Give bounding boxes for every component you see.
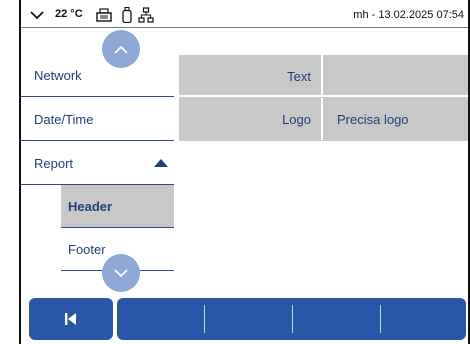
- sidebar-item-label: Date/Time: [34, 111, 94, 127]
- row-label: Logo: [179, 98, 323, 140]
- header-settings-table: Text Logo Precisa logo: [179, 55, 468, 141]
- logo-value-field[interactable]: Precisa logo: [325, 98, 468, 140]
- device-screen: 22 °C mh - 13.02.2025 07:54 Network Date…: [0, 0, 470, 344]
- user-datetime: mh - 13.02.2025 07:54: [353, 9, 464, 21]
- bottom-bar: [21, 296, 468, 344]
- function-button-bar: [117, 298, 466, 340]
- function-button-3[interactable]: [293, 298, 380, 340]
- sidebar-item-date-time[interactable]: Date/Time: [21, 98, 174, 141]
- sidebar-item-label: Header: [68, 198, 113, 214]
- text-value-field[interactable]: [325, 55, 468, 97]
- sidebar-item-label: Footer: [68, 241, 106, 257]
- scroll-up-button[interactable]: [102, 30, 140, 68]
- status-bar: 22 °C mh - 13.02.2025 07:54: [21, 4, 468, 28]
- row-label: Text: [179, 55, 323, 97]
- scroll-down-button[interactable]: [102, 254, 140, 292]
- expand-up-icon: [154, 159, 168, 167]
- back-to-start-icon: [65, 313, 76, 325]
- back-to-start-button[interactable]: [29, 298, 113, 340]
- sidebar-item-network[interactable]: Network: [21, 54, 174, 97]
- sidebar-item-header[interactable]: Header: [61, 185, 174, 228]
- printer-icon: [96, 7, 112, 23]
- chevron-down-icon[interactable]: [29, 7, 45, 23]
- chevron-down-icon: [114, 268, 128, 277]
- table-row[interactable]: Text: [179, 55, 468, 97]
- chevron-up-icon: [114, 45, 128, 54]
- sidebar-item-label: Network: [34, 67, 82, 83]
- temperature-readout: 22 °C: [55, 8, 83, 20]
- sidebar-item-label: Report: [34, 155, 74, 171]
- bottle-icon: [122, 7, 132, 23]
- function-button-1[interactable]: [117, 298, 204, 340]
- function-button-4[interactable]: [381, 298, 466, 340]
- function-button-2[interactable]: [205, 298, 292, 340]
- settings-sidebar: Network Date/Time Report Header Footer: [21, 28, 174, 294]
- table-row[interactable]: Logo Precisa logo: [179, 98, 468, 140]
- sidebar-item-report[interactable]: Report: [21, 142, 174, 185]
- network-icon: [138, 7, 154, 23]
